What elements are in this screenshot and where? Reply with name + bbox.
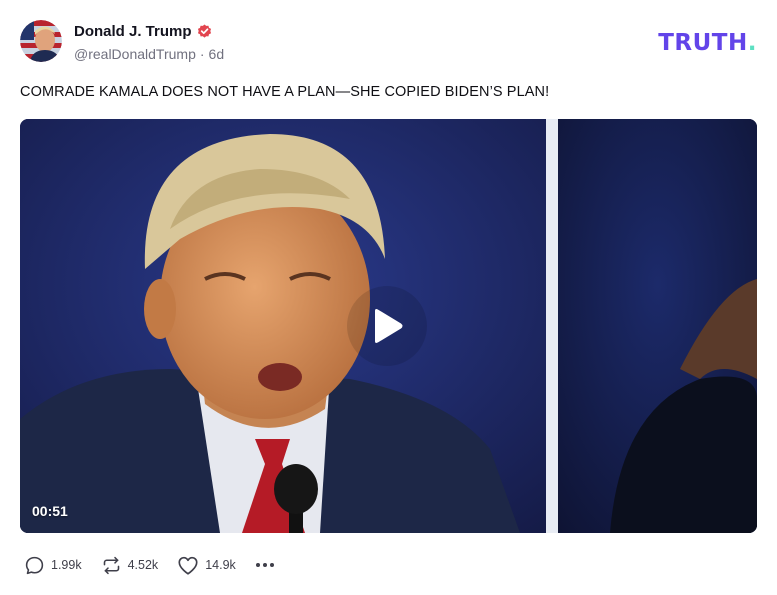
post-timestamp[interactable]: 6d (209, 46, 225, 62)
post-actions-bar: 1.99k 4.52k 14.9k (24, 554, 275, 576)
retruth-icon (103, 556, 119, 574)
truth-post: Donald J. Trump @realDonaldTrump · 6d TR… (0, 0, 777, 595)
reply-count: 1.99k (51, 558, 82, 572)
more-horizontal-icon (255, 563, 274, 567)
retruth-button[interactable]: 4.52k (101, 555, 159, 576)
retruth-count: 4.52k (127, 558, 159, 572)
author-name-row: Donald J. Trump (74, 23, 212, 40)
truth-social-logo[interactable]: TRUTH. (658, 30, 757, 56)
logo-text: TRUTH (658, 30, 748, 56)
post-body-text: COMRADE KAMALA DOES NOT HAVE A PLAN—SHE … (20, 84, 550, 100)
verified-badge-icon (197, 24, 212, 39)
play-button[interactable] (347, 286, 427, 366)
more-options-button[interactable] (255, 562, 275, 568)
like-button[interactable]: 14.9k (177, 555, 236, 576)
reply-button[interactable]: 1.99k (24, 555, 82, 576)
video-player[interactable]: 00:51 (20, 119, 757, 533)
logo-dot: . (747, 30, 757, 56)
author-handle[interactable]: @realDonaldTrump (74, 46, 196, 62)
author-display-name[interactable]: Donald J. Trump (74, 23, 192, 40)
play-icon (375, 309, 403, 343)
heart-icon (178, 556, 198, 575)
video-duration: 00:51 (32, 503, 68, 519)
like-count: 14.9k (205, 558, 236, 572)
meta-separator: · (199, 46, 205, 62)
avatar[interactable] (20, 20, 62, 62)
post-header: Donald J. Trump @realDonaldTrump · 6d (20, 20, 757, 64)
author-meta-row: @realDonaldTrump · 6d (74, 46, 224, 62)
reply-icon (25, 556, 44, 574)
